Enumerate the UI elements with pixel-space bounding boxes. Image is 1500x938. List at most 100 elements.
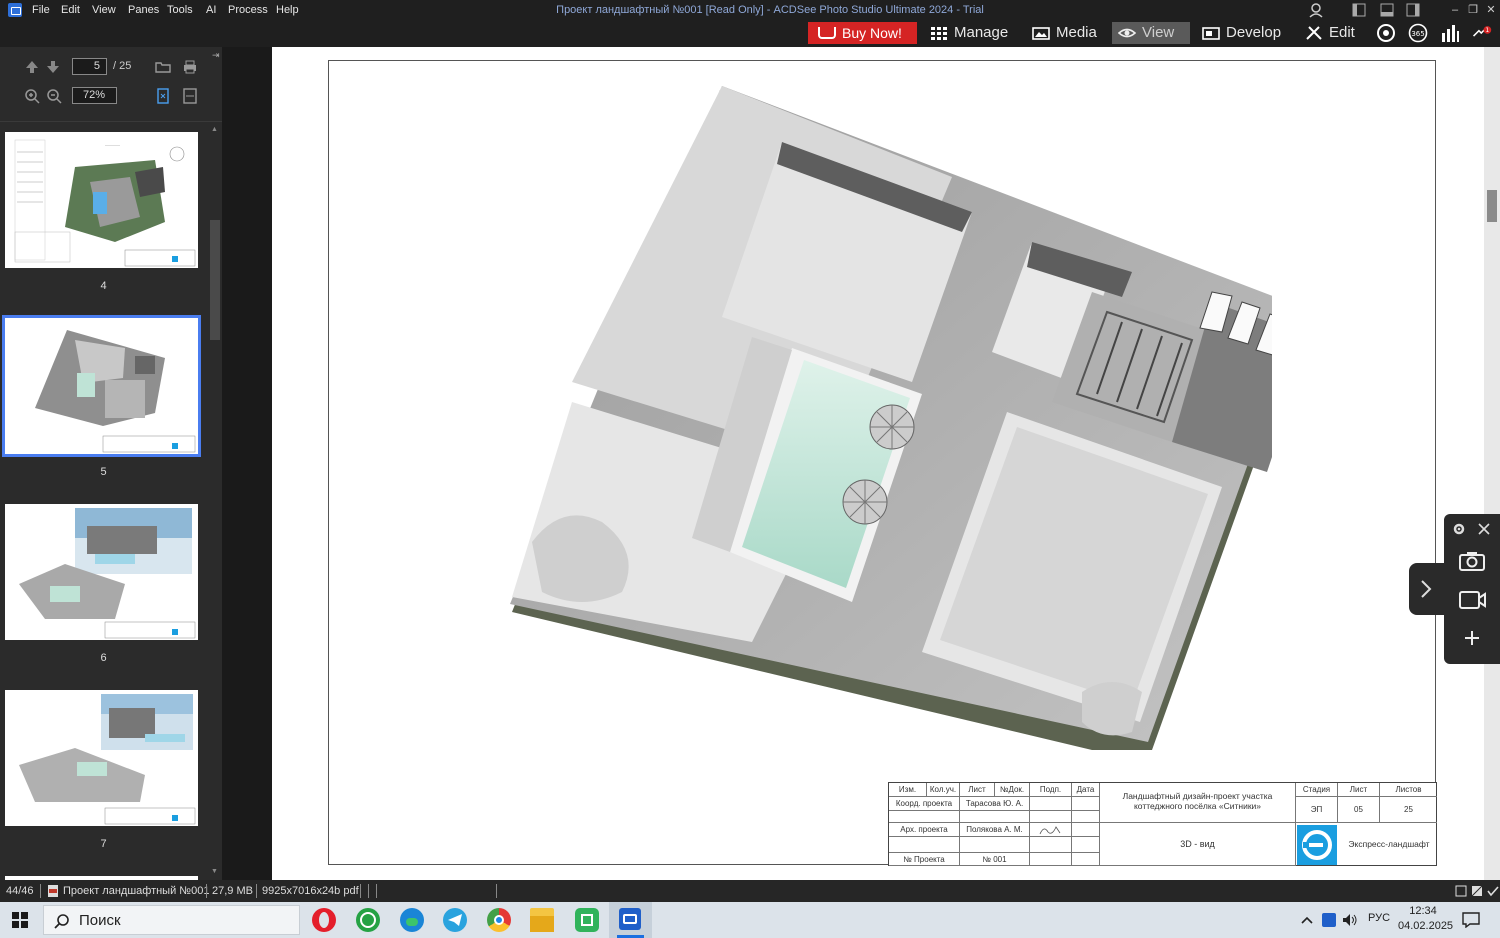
- media-mode-button[interactable]: Media: [1030, 22, 1097, 44]
- zoom-level-input[interactable]: 72%: [72, 87, 117, 104]
- account-icon[interactable]: [1308, 2, 1324, 18]
- open-folder-icon[interactable]: [155, 59, 171, 75]
- media-label: Media: [1056, 24, 1097, 41]
- capture-settings-gear-icon[interactable]: [1452, 522, 1466, 536]
- notification-center-icon[interactable]: [1462, 912, 1480, 928]
- tb-blank-i: [1030, 853, 1072, 866]
- volume-icon[interactable]: [1342, 913, 1358, 927]
- view-toggle-1-icon[interactable]: [1455, 885, 1467, 897]
- notifications-icon[interactable]: 1: [1472, 23, 1492, 43]
- thumbnail-label-4: 4: [100, 280, 107, 292]
- landscape-3d-render: [510, 86, 1272, 750]
- screen-capture-app-icon[interactable]: [575, 908, 599, 932]
- windows-taskbar: Поиск РУС 12:34 04.02.2025: [0, 902, 1500, 938]
- edge-browser-icon[interactable]: [400, 908, 424, 932]
- menu-ai[interactable]: AI: [206, 0, 216, 20]
- app-icon[interactable]: [8, 3, 22, 17]
- page-thumbnail-6[interactable]: [5, 504, 198, 640]
- screen-record-icon[interactable]: [1458, 589, 1486, 611]
- viewer-scrollbar[interactable]: [1484, 47, 1500, 880]
- acdsee-taskbar-button[interactable]: [609, 902, 652, 938]
- status-separator: [40, 884, 41, 898]
- view-label: View: [1142, 24, 1175, 41]
- tb-sign-1: [1030, 797, 1072, 811]
- page-number-input[interactable]: 5: [72, 58, 107, 75]
- telegram-icon[interactable]: [443, 908, 467, 932]
- input-language[interactable]: РУС: [1368, 912, 1390, 924]
- brush-icon: [1306, 26, 1322, 40]
- edit-mode-button[interactable]: Edit: [1303, 22, 1355, 44]
- menu-panes[interactable]: Panes: [128, 0, 159, 20]
- menu-view[interactable]: View: [92, 0, 116, 20]
- print-icon[interactable]: [182, 59, 198, 75]
- tb-name-architect: Полякова А. М.: [960, 823, 1030, 837]
- windows-start-icon[interactable]: [12, 912, 28, 928]
- cloud-sync-icon[interactable]: [1376, 23, 1396, 43]
- next-page-icon[interactable]: [45, 59, 61, 75]
- page-5-preview: [35, 330, 196, 453]
- tray-overflow-chevron-icon[interactable]: [1300, 914, 1314, 926]
- capture-close-icon[interactable]: [1478, 523, 1490, 535]
- view-toggle-2-icon[interactable]: [1471, 885, 1483, 897]
- taskbar-search-box[interactable]: Поиск: [43, 905, 300, 935]
- tb-company-name: Экспресс-ландшафт: [1348, 839, 1430, 849]
- tray-acdsee-icon[interactable]: [1322, 913, 1336, 927]
- manage-label: Manage: [954, 24, 1009, 41]
- taskbar-clock[interactable]: 12:34 04.02.2025: [1398, 905, 1453, 932]
- menu-process[interactable]: Process: [228, 0, 268, 20]
- view-toggle-3-icon[interactable]: [1487, 885, 1499, 897]
- buy-now-button[interactable]: Buy Now!: [808, 22, 917, 44]
- right-pane-toggle-icon[interactable]: [1406, 3, 1420, 17]
- viewer-scroll-thumb[interactable]: [1487, 190, 1497, 222]
- opera-browser-icon[interactable]: [312, 908, 336, 932]
- zoom-in-icon[interactable]: [24, 88, 40, 104]
- page-thumbnail-4[interactable]: —————: [5, 132, 198, 268]
- collapse-panel-icon[interactable]: ⇥: [212, 50, 220, 61]
- tb-stage-header: Стадия: [1296, 783, 1338, 797]
- tb-sheets-header: Листов: [1380, 783, 1437, 797]
- tb-role-architect: Арх. проекта: [889, 823, 960, 837]
- page-6-preview: [19, 508, 196, 639]
- whatsapp-icon[interactable]: [356, 908, 380, 932]
- signature-mark: [1039, 826, 1061, 835]
- status-bar: 44/46 Проект ландшафтный №001 27,9 MB 99…: [0, 880, 1500, 902]
- scroll-down-arrow-icon[interactable]: ▼: [211, 868, 218, 875]
- file-explorer-icon[interactable]: [530, 908, 554, 932]
- menu-edit[interactable]: Edit: [61, 0, 80, 20]
- restore-icon[interactable]: ❐: [1465, 2, 1481, 18]
- capture-add-icon[interactable]: [1463, 629, 1481, 647]
- manage-mode-button[interactable]: Manage: [928, 22, 1008, 44]
- develop-mode-button[interactable]: Develop: [1200, 22, 1281, 44]
- menu-file[interactable]: File: [32, 0, 50, 20]
- menu-tools[interactable]: Tools: [167, 0, 193, 20]
- tb-blank-d: [1072, 811, 1100, 823]
- status-separator: [376, 884, 377, 898]
- minimize-icon[interactable]: –: [1447, 2, 1463, 18]
- zoom-out-icon[interactable]: [46, 88, 62, 104]
- fit-page-icon[interactable]: [155, 88, 171, 104]
- 365-icon[interactable]: 365: [1408, 23, 1428, 43]
- thumbnails-scrollbar[interactable]: ▲ ▼: [208, 124, 222, 880]
- scroll-up-arrow-icon[interactable]: ▲: [211, 126, 218, 133]
- screenshot-camera-icon[interactable]: [1458, 550, 1486, 572]
- menu-help[interactable]: Help: [276, 0, 299, 20]
- status-dimensions: 9925x7016x24b pdf: [262, 885, 359, 897]
- tb-blank-g: [1030, 837, 1072, 853]
- capture-expand-tab[interactable]: [1409, 563, 1445, 615]
- close-window-icon[interactable]: ✕: [1483, 2, 1499, 18]
- page-thumbnail-5[interactable]: [2, 315, 201, 457]
- previous-page-icon[interactable]: [24, 59, 40, 75]
- thumbnails-scroll-thumb[interactable]: [210, 220, 220, 340]
- thumbnail-label-5: 5: [100, 466, 107, 478]
- search-placeholder: Поиск: [79, 912, 121, 929]
- page-thumbnail-7[interactable]: [5, 690, 198, 826]
- tb-name-coordinator: Тарасова Ю. А.: [960, 797, 1030, 811]
- bottom-pane-toggle-icon[interactable]: [1380, 3, 1394, 17]
- chrome-browser-icon[interactable]: [487, 908, 511, 932]
- left-pane-toggle-icon[interactable]: [1352, 3, 1366, 17]
- document-viewer[interactable]: Изм. Кол.уч. Лист №Док. Подп. Дата Коорд…: [222, 47, 1500, 880]
- fit-width-icon[interactable]: [182, 88, 198, 104]
- view-mode-button[interactable]: View: [1112, 22, 1190, 44]
- company-logo: [1297, 825, 1337, 865]
- stats-icon[interactable]: [1440, 23, 1460, 43]
